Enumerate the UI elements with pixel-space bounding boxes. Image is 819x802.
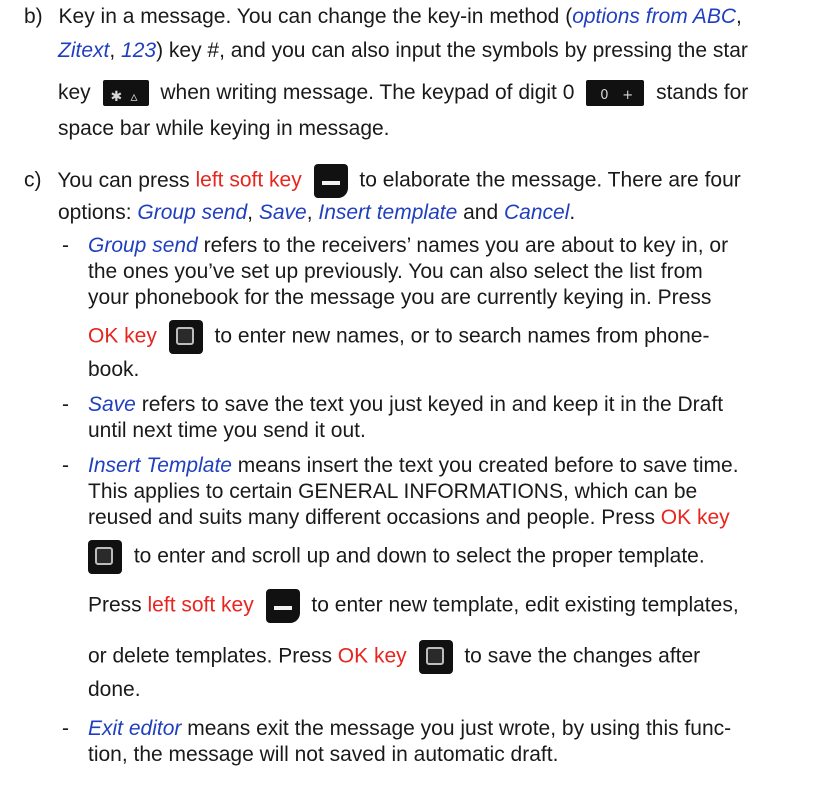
save-text-1: refers to save the text you just keyed i… [135,393,724,416]
item-b-text-3c: stands for [656,81,749,104]
group-send-line-4: OK key to enter new names, or to search … [88,320,709,354]
option-123: 123 [121,39,157,62]
bullet-dash: - [62,393,69,416]
save-line-2: until next time you send it out. [88,419,366,442]
insert-template-line-6: or delete templates. Press OK key to sav… [88,640,700,674]
item-b-line-3: key ✱ ▵ when writing message. The keypad… [58,80,749,107]
conjunction: and [457,201,504,224]
ok-key-icon [88,540,122,574]
zero-glyph: 0 [600,88,609,104]
item-c-text-2a: options: [58,201,138,224]
option-save: Save [258,201,307,224]
bullet-dash: - [62,234,69,257]
group-send-text-1: refers to the receivers’ names you are a… [197,234,729,257]
item-b-text-4: space bar while keying in message. [58,117,390,140]
separator: , [109,39,122,62]
insert-template-text-5b: to enter new template, edit existing tem… [311,593,739,617]
zero-key-icon: 0 + [586,80,645,107]
insert-template-line-4: to enter and scroll up and down to selec… [88,540,705,574]
save-line-1: Save refers to save the text you just ke… [88,392,723,418]
left-soft-key-icon [313,164,348,198]
group-send-text-4: to enter new names, or to search names f… [214,324,710,348]
item-b-line-4: space bar while keying in message. [58,116,390,142]
insert-template-line-5: Press left soft key to enter new templat… [88,589,739,623]
left-soft-key-icon [265,589,300,623]
insert-template-line-1: Insert Template means insert the text yo… [88,453,739,479]
left-soft-key-label: left soft key [147,593,254,617]
option-group-send: Group send [137,201,248,224]
star-glyph: ✱ [110,89,123,106]
exit-editor-title: Exit editor [88,717,182,740]
item-c-marker: c) [24,168,42,192]
item-b-marker: b) [24,5,43,28]
alpha-glyph: ▵ [130,89,138,106]
item-b-text-3b: when writing message. The keypad of digi… [160,81,575,104]
star-key-icon: ✱ ▵ [102,80,149,107]
period: . [569,201,576,224]
option-insert-template: Insert template [318,201,458,224]
item-c-text-1b: to elaborate the message. There are four [359,168,741,192]
insert-template-text-1: means insert the text you created before… [231,454,739,477]
plus-glyph: + [622,88,634,104]
ok-key-label: OK key [337,644,407,668]
bullet-dash: - [62,717,69,740]
item-b-text-2: ) key #, and you can also input the symb… [156,39,748,62]
insert-template-text-3: reused and suits many different occasion… [88,506,661,529]
item-b-text-3a: key [58,81,91,104]
exit-editor-text-1: means exit the message you just wrote, b… [181,717,732,740]
insert-template-text-4: to enter and scroll up and down to selec… [133,544,705,568]
ok-key-icon [168,320,203,354]
group-send-line-5: book. [88,358,140,381]
insert-template-line-3: reused and suits many different occasion… [88,505,730,531]
separator: , [247,201,259,224]
ok-key-icon [418,640,453,674]
insert-template-text-6b: to save the changes after [464,644,701,668]
insert-template-line-2: This applies to certain GENERAL INFORMAT… [88,480,698,503]
group-send-line-2: the ones you’ve set up previously. You c… [88,260,703,283]
comma: , [736,5,742,28]
bullet-dash: - [62,454,69,477]
item-c-text-1a: You can press [57,168,196,192]
ok-key-label: OK key [88,324,157,348]
save-title: Save [88,393,136,416]
item-b-text-1: Key in a message. You can change the key… [58,5,573,28]
item-c-line-1: c) You can press left soft key to elabor… [24,164,741,198]
left-soft-key-label: left soft key [195,168,302,192]
exit-editor-line-2: tion, the message will not saved in auto… [88,743,559,766]
insert-template-text-5a: Press [88,593,148,617]
option-cancel: Cancel [503,201,570,224]
item-b-line-1: b) Key in a message. You can change the … [24,4,742,30]
group-send-line-1: Group send refers to the receivers’ name… [88,233,728,259]
option-abc-link: options from ABC [572,5,736,28]
separator: , [306,201,319,224]
insert-template-title: Insert Template [88,454,232,477]
group-send-line-3: your phonebook for the message you are c… [88,286,712,309]
group-send-title: Group send [88,234,198,257]
insert-template-text-6a: or delete templates. Press [88,644,338,668]
ok-key-label: OK key [660,506,730,529]
item-c-line-2: options: Group send, Save, Insert templa… [58,200,575,226]
option-zitext: Zitext [58,39,110,62]
exit-editor-line-1: Exit editor means exit the message you j… [88,716,731,742]
item-b-line-2: Zitext, 123) key #, and you can also inp… [58,38,748,64]
insert-template-line-7: done. [88,678,141,701]
